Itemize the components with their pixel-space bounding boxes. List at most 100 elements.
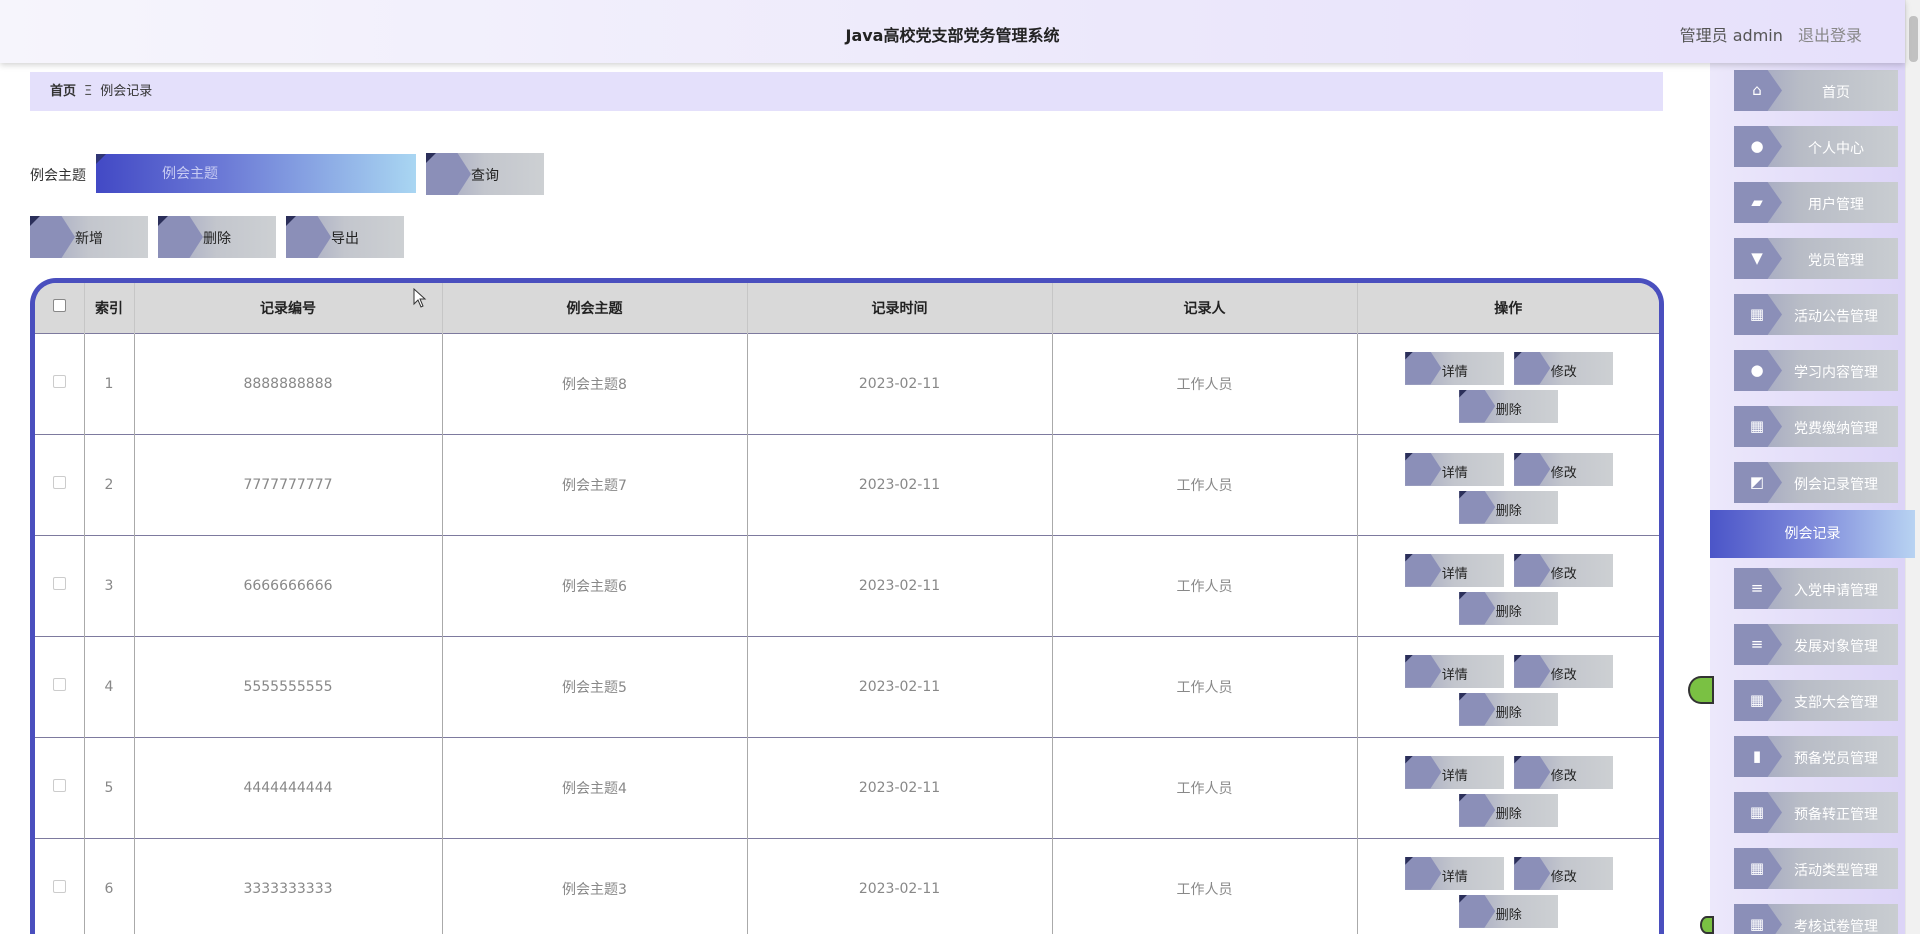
index-cell: 1 — [84, 332, 135, 434]
detail-button[interactable]: 详情 — [1405, 351, 1505, 385]
delete-button[interactable]: 删除 — [1459, 389, 1559, 423]
breadcrumb-separator: Ξ — [84, 84, 93, 99]
time-cell: 2023-02-11 — [747, 635, 1053, 737]
monitor-icon: ▼ — [1751, 249, 1763, 267]
select-all-checkbox[interactable] — [52, 299, 66, 313]
row-checkbox[interactable] — [52, 476, 66, 489]
menu-item[interactable]: ◩ 例会记录管理 — [1734, 462, 1898, 503]
delete-button[interactable]: 删除 — [1459, 793, 1559, 827]
detail-button[interactable]: 详情 — [1405, 654, 1505, 688]
edit-button[interactable]: 修改 — [1514, 755, 1614, 789]
recorder-cell: 工作人员 — [1052, 433, 1358, 535]
breadcrumb-home[interactable]: 首页 — [50, 84, 76, 99]
topic-cell: 例会主题3 — [442, 837, 748, 934]
delete-button[interactable]: 删除 — [1459, 591, 1559, 625]
menu-item[interactable]: ⌂ 首页 — [1734, 70, 1898, 111]
row-select-cell — [35, 433, 85, 535]
menu-item[interactable]: ▦ 活动类型管理 — [1734, 848, 1898, 889]
edit-button[interactable]: 修改 — [1514, 553, 1614, 587]
code-cell: 3333333333 — [134, 837, 443, 934]
detail-button[interactable]: 详情 — [1405, 856, 1505, 890]
column-header: 记录时间 — [747, 283, 1053, 333]
menu-item[interactable]: ≡ 入党申请管理 — [1734, 568, 1898, 609]
row-select-cell — [35, 837, 85, 934]
detail-button[interactable]: 详情 — [1405, 452, 1505, 486]
menu-item[interactable]: ≡ 发展对象管理 — [1734, 624, 1898, 665]
logout-link[interactable]: 退出登录 — [1798, 26, 1862, 45]
edit-button[interactable]: 修改 — [1514, 856, 1614, 890]
table-icon: ▦ — [1749, 803, 1765, 821]
grid-icon: ▦ — [1749, 691, 1765, 709]
operations-cell: 详情 修改删除 — [1357, 837, 1659, 934]
menu-item[interactable]: ● 学习内容管理 — [1734, 350, 1898, 391]
floating-widget[interactable] — [1688, 676, 1714, 704]
topic-search-input[interactable] — [96, 154, 416, 193]
records-table: 索引 记录编号 例会主题 记录时间 记录人 操作 1 8888888888 例会主题… — [30, 278, 1664, 934]
operations-cell: 详情 修改删除 — [1357, 534, 1659, 636]
menu-item[interactable]: ▰ 用户管理 — [1734, 182, 1898, 223]
topic-cell: 例会主题7 — [442, 433, 748, 535]
row-checkbox[interactable] — [52, 880, 66, 894]
floating-widget[interactable] — [1700, 916, 1714, 934]
top-header: Java高校党支部党务管理系统 管理员 admin 退出登录 — [0, 0, 1905, 63]
operations-cell: 详情 修改删除 — [1357, 736, 1659, 838]
delete-button[interactable]: 删除 — [1459, 490, 1559, 524]
table-row: 2 7777777777 例会主题7 2023-02-11 工作人员 详情 修改 删除 — [35, 433, 1659, 535]
code-cell: 4444444444 — [134, 736, 443, 838]
menu-item[interactable]: ▼ 党员管理 — [1734, 238, 1898, 279]
time-cell: 2023-02-11 — [747, 736, 1053, 838]
row-checkbox[interactable] — [52, 577, 66, 590]
edit-button[interactable]: 修改 — [1514, 654, 1614, 688]
code-cell: 6666666666 — [134, 534, 443, 636]
user-role: 管理员 admin — [1679, 26, 1783, 45]
menu-item[interactable]: ▦ 预备转正管理 — [1734, 792, 1898, 833]
column-header: 索引 — [84, 283, 135, 333]
index-cell: 4 — [84, 635, 135, 737]
row-checkbox[interactable] — [52, 678, 66, 691]
edit-button[interactable]: 修改 — [1514, 351, 1614, 385]
time-cell: 2023-02-11 — [747, 433, 1053, 535]
grid-icon: ▦ — [1749, 417, 1765, 435]
time-cell: 2023-02-11 — [747, 534, 1053, 636]
add-button[interactable]: 新增 — [30, 216, 148, 258]
row-select-cell — [35, 736, 85, 838]
menu-item[interactable]: ▮ 预备党员管理 — [1734, 736, 1898, 777]
clipboard-icon: ▮ — [1752, 747, 1762, 765]
export-button[interactable]: 导出 — [286, 216, 404, 258]
row-select-cell — [35, 534, 85, 636]
menu-item[interactable]: ▦ 活动公告管理 — [1734, 294, 1898, 335]
menu-item[interactable]: ▦ 党费缴纳管理 — [1734, 406, 1898, 447]
time-cell: 2023-02-11 — [747, 837, 1053, 934]
list-icon: ≡ — [1750, 635, 1764, 653]
bulb-icon: ● — [1750, 361, 1764, 379]
column-header: 例会主题 — [442, 283, 748, 333]
topic-cell: 例会主题8 — [442, 332, 748, 434]
index-cell: 3 — [84, 534, 135, 636]
menu-item-active[interactable]: 例会记录 — [1710, 510, 1915, 558]
operations-cell: 详情 修改删除 — [1357, 433, 1659, 535]
delete-button[interactable]: 删除 — [1459, 692, 1559, 726]
menu-item[interactable]: ● 个人中心 — [1734, 126, 1898, 167]
scrollbar-thumb[interactable] — [1909, 16, 1918, 62]
row-checkbox[interactable] — [52, 779, 66, 792]
topic-cell: 例会主题5 — [442, 635, 748, 737]
delete-button[interactable]: 删除 — [1459, 894, 1559, 928]
batch-delete-button[interactable]: 删除 — [158, 216, 276, 258]
detail-button[interactable]: 详情 — [1405, 553, 1505, 587]
index-cell: 2 — [84, 433, 135, 535]
detail-button[interactable]: 详情 — [1405, 755, 1505, 789]
page-scrollbar[interactable] — [1905, 0, 1920, 934]
recorder-cell: 工作人员 — [1052, 837, 1358, 934]
briefcase-icon: ▰ — [1751, 193, 1763, 211]
table-row: 5 4444444444 例会主题4 2023-02-11 工作人员 详情 修改 删除 — [35, 736, 1659, 838]
column-header: 记录人 — [1052, 283, 1358, 333]
menu-item[interactable]: ▦ 支部大会管理 — [1734, 680, 1898, 721]
code-cell: 7777777777 — [134, 433, 443, 535]
query-button[interactable]: 查询 — [426, 153, 544, 195]
row-checkbox[interactable] — [52, 375, 66, 388]
menu-item[interactable]: ▦ 考核试卷管理 — [1734, 904, 1898, 934]
index-cell: 6 — [84, 837, 135, 934]
edit-button[interactable]: 修改 — [1514, 452, 1614, 486]
breadcrumb-current: 例会记录 — [100, 84, 153, 99]
code-cell: 8888888888 — [134, 332, 443, 434]
